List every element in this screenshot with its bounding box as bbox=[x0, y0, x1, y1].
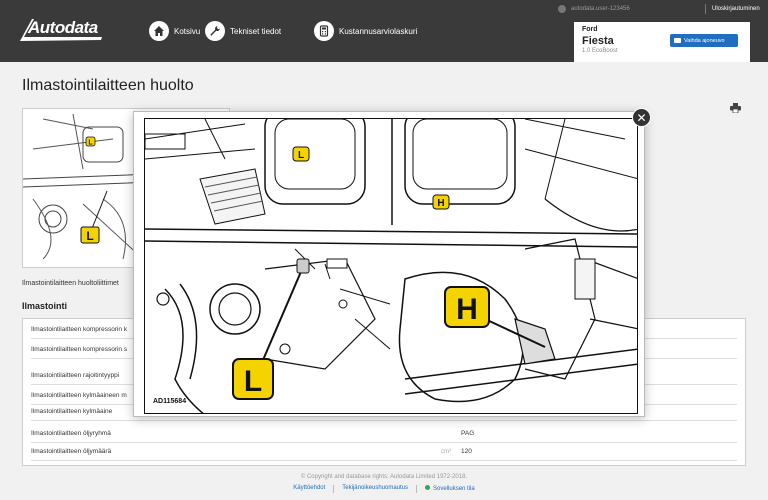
footer-link-terms[interactable]: Käyttöehdot bbox=[293, 485, 325, 493]
page-title: Ilmastointilaitteen huolto bbox=[22, 77, 194, 94]
home-icon bbox=[149, 21, 169, 41]
badge-low-large: L bbox=[244, 365, 262, 398]
image-modal: L H L H AD115684 bbox=[133, 111, 645, 417]
nav-cost-calculator-label: Kustannusarviolaskuri bbox=[339, 26, 418, 36]
change-vehicle-label: Vaihda ajoneuvo bbox=[684, 37, 725, 44]
status-label: Sovelluksen tila bbox=[433, 486, 475, 492]
footer-divider bbox=[416, 485, 418, 493]
table-row: Ilmastointilaitteen öljyryhmä PAG bbox=[31, 425, 737, 443]
close-icon[interactable]: ✕ bbox=[632, 108, 651, 127]
nav-technical-data-label: Tekniset tiedot bbox=[230, 26, 282, 36]
logout-link[interactable]: Uloskirjautuminen bbox=[705, 4, 760, 14]
table-row: Ilmastointilaitteen öljymäärä cm³ 120 bbox=[31, 443, 737, 461]
thumb-badge-low: L bbox=[88, 140, 93, 147]
logo-text: Autodata bbox=[28, 18, 98, 37]
nav-home-label: Kotsivu bbox=[174, 26, 201, 36]
engine-service-ports-drawing: L H L H bbox=[145, 119, 637, 413]
car-icon bbox=[674, 38, 681, 43]
change-vehicle-button[interactable]: Vaihda ajoneuvo bbox=[670, 34, 738, 47]
user-name: autodata.user-123456 bbox=[571, 6, 630, 12]
section-title: Ilmastointi bbox=[22, 301, 68, 311]
footer-link-copyright[interactable]: Tekijänoikeushuomautus bbox=[342, 485, 408, 493]
enlarged-diagram: L H L H AD115684 bbox=[144, 118, 638, 414]
vehicle-make: Ford bbox=[582, 26, 598, 33]
user-account[interactable]: autodata.user-123456 bbox=[558, 4, 630, 14]
vehicle-engine: 1.0 EcoBoost bbox=[582, 48, 618, 54]
vehicle-model: Fiesta bbox=[582, 35, 614, 47]
badge-high-large: H bbox=[456, 293, 478, 326]
badge-high-small: H bbox=[437, 198, 444, 209]
thumb-badge-low-large: L bbox=[86, 229, 93, 243]
row-label: Ilmastointilaitteen öljyryhmä bbox=[31, 430, 111, 437]
wrench-icon bbox=[205, 21, 225, 41]
footer-link-status[interactable]: Sovelluksen tila bbox=[425, 485, 475, 493]
footer-copyright: © Copyright and database rights: Autodat… bbox=[300, 474, 468, 480]
autodata-logo[interactable]: Autodata bbox=[18, 17, 104, 43]
row-unit: cm³ bbox=[441, 448, 451, 455]
print-icon[interactable] bbox=[730, 103, 741, 113]
nav-home[interactable]: Kotsivu bbox=[149, 20, 200, 42]
calculator-icon bbox=[314, 21, 334, 41]
footer-divider bbox=[333, 485, 335, 493]
row-value: 120 bbox=[461, 448, 472, 455]
app-header: Autodata Kotsivu Tekniset tiedot Kustann… bbox=[0, 0, 768, 62]
nav-technical-data[interactable]: Tekniset tiedot bbox=[205, 20, 281, 42]
footer-links: Käyttöehdot Tekijänoikeushuomautus Sovel… bbox=[0, 485, 768, 493]
badge-low-small: L bbox=[298, 150, 304, 161]
row-label: Ilmastointilaitteen öljymäärä bbox=[31, 448, 112, 455]
row-value: PAG bbox=[461, 430, 475, 437]
image-code: AD115684 bbox=[153, 398, 187, 405]
thumbnail-caption: Ilmastointilaitteen huoltoliittimet bbox=[22, 280, 119, 287]
status-dot-icon bbox=[425, 485, 431, 490]
user-icon bbox=[558, 5, 566, 13]
nav-cost-calculator[interactable]: Kustannusarviolaskuri bbox=[314, 20, 417, 42]
vehicle-panel: Ford Fiesta 1.0 EcoBoost Vaihda ajoneuvo bbox=[574, 22, 750, 62]
